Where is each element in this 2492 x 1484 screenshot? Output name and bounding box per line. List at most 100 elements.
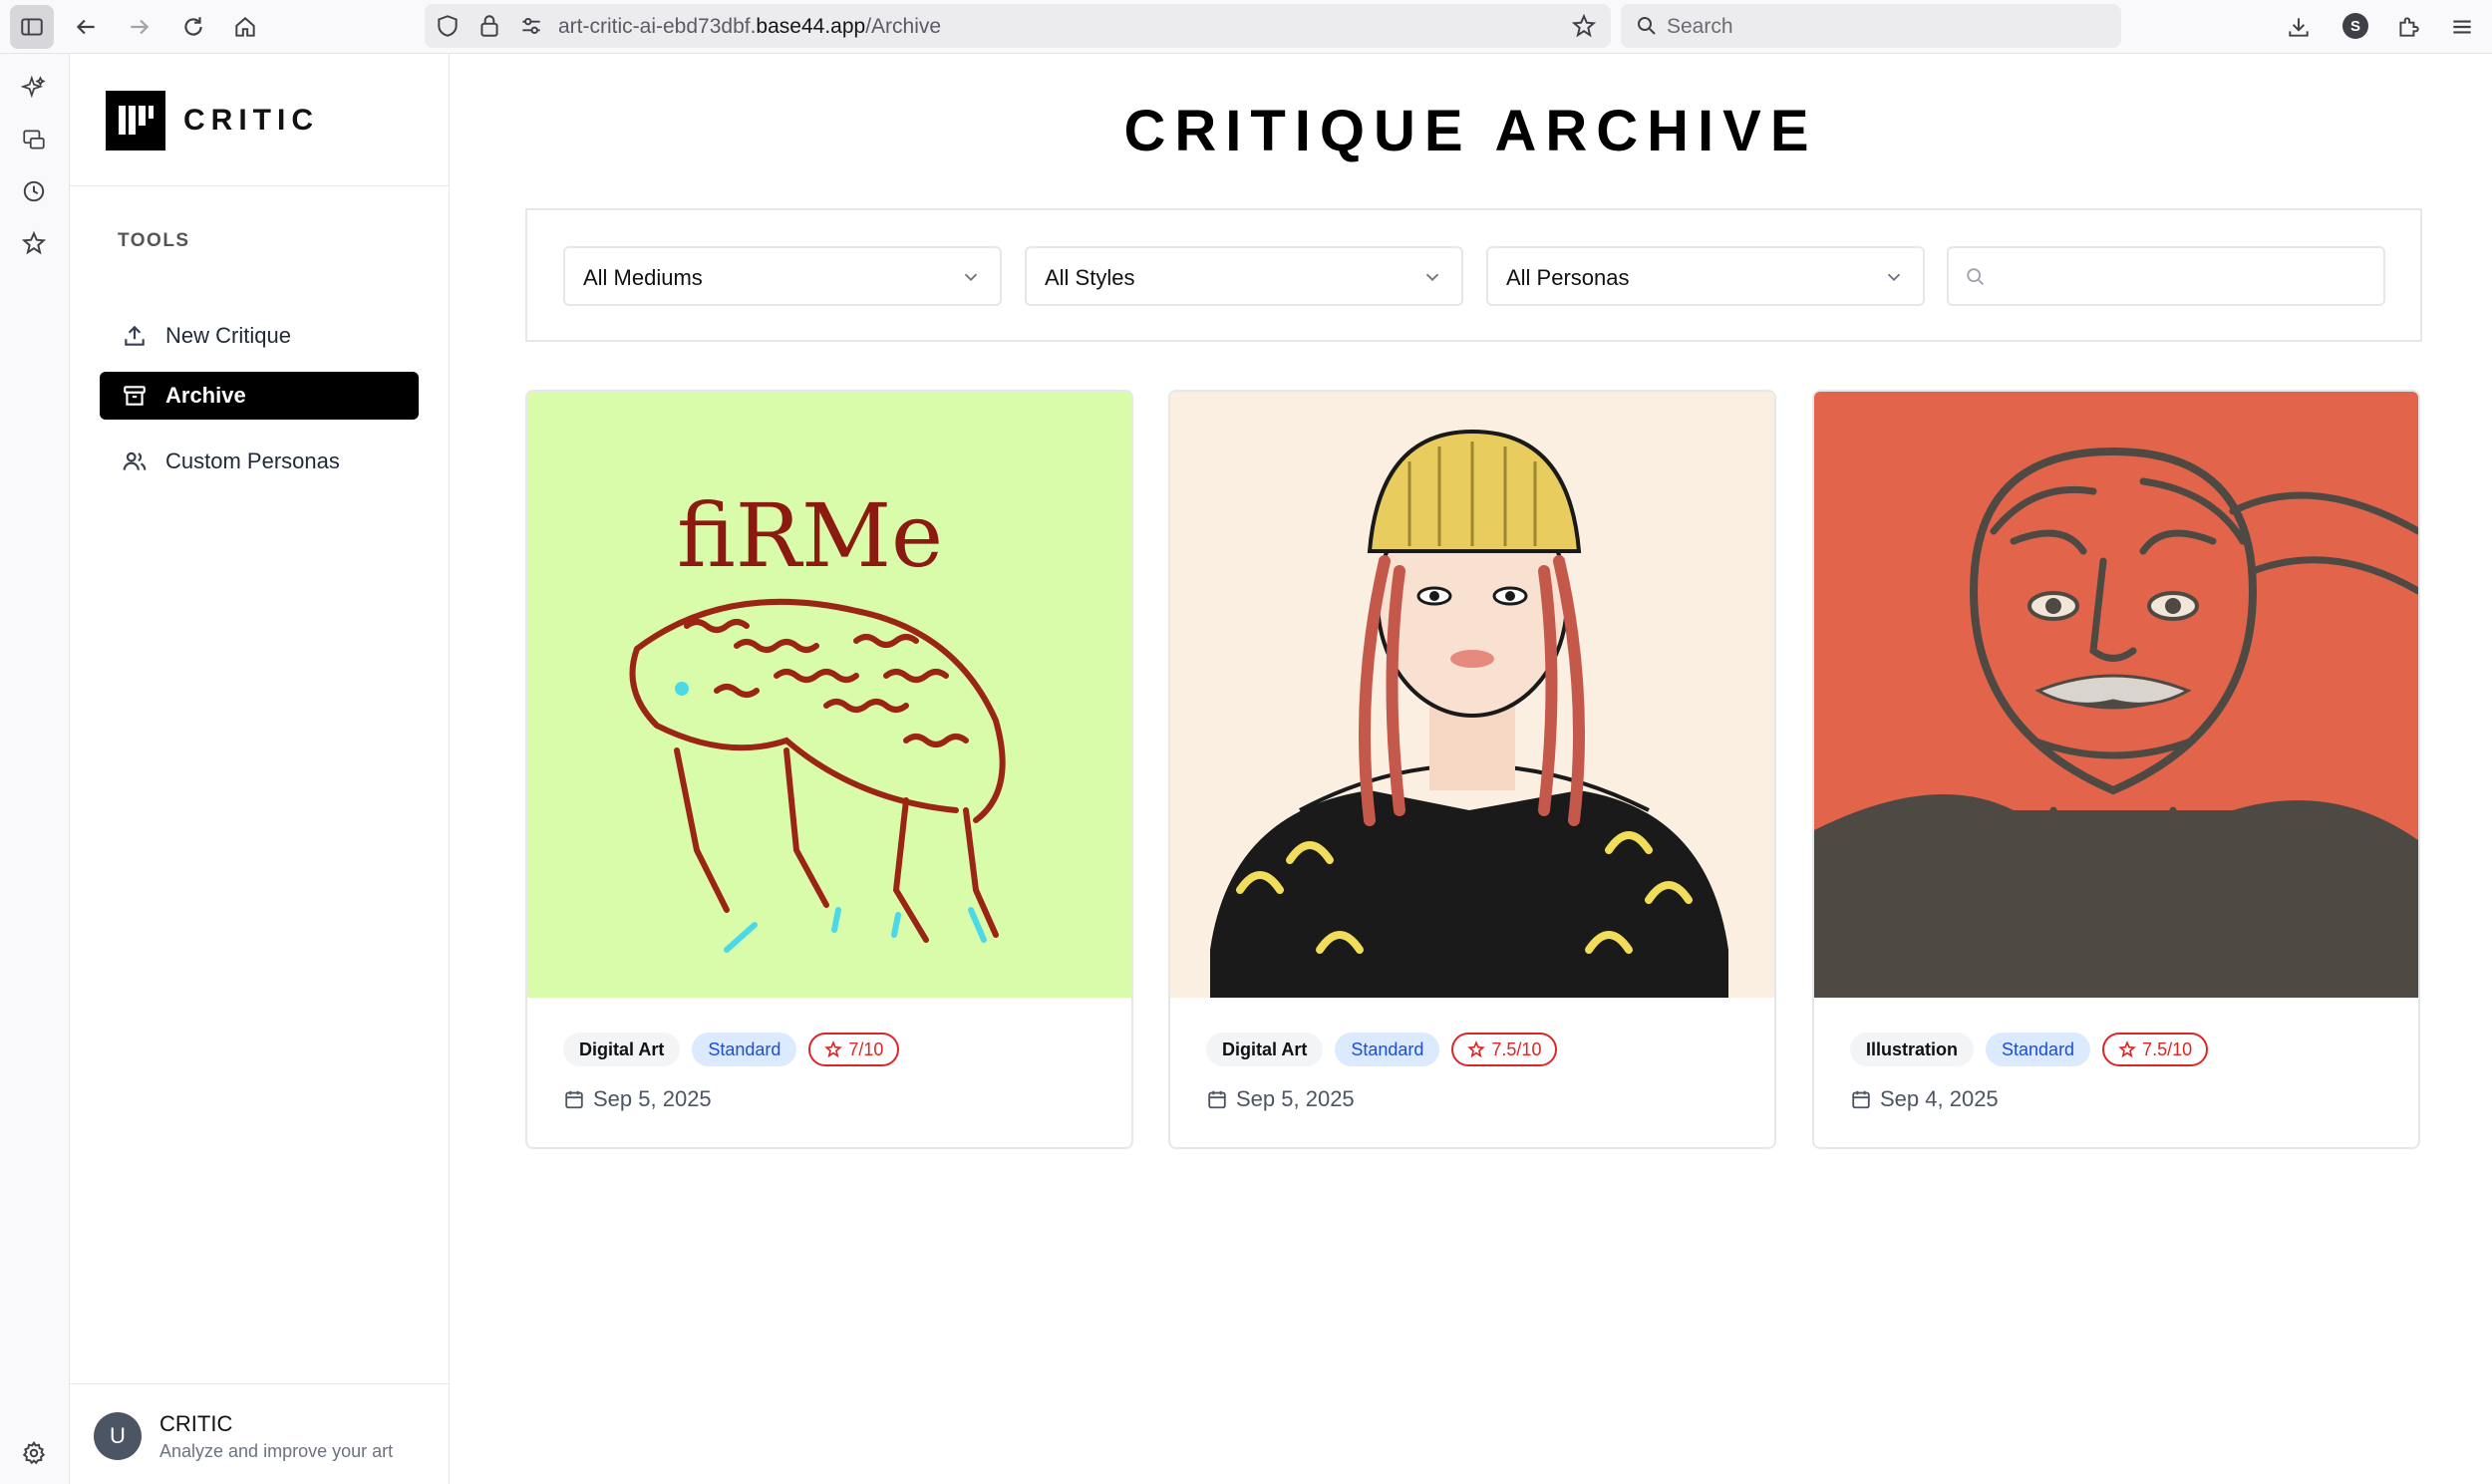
footer-title: CRITIC [159,1411,233,1436]
archive-search-input[interactable] [1947,246,2385,306]
page-title: CRITIQUE ARCHIVE [1123,99,1818,163]
sidebar-icon [21,18,43,36]
score-text: 7.5/10 [2142,1039,2193,1059]
extensions-button[interactable] [2386,5,2430,49]
score-text: 7.5/10 [1491,1039,1542,1059]
card-date: Sep 5, 2025 [563,1086,712,1112]
artwork-image-girl-beanie [1170,392,1774,998]
calendar-icon [1208,1090,1226,1109]
artwork-lettering: fiRMe [677,484,943,587]
menu-button[interactable] [2440,5,2484,49]
lock-icon[interactable] [476,13,502,39]
card-tags: Illustration Standard 7.5/10 [1850,1033,2209,1066]
arrow-left-icon [76,19,95,35]
medium-tag: Digital Art [1206,1033,1324,1066]
persona-filter-value: All Personas [1506,265,1630,290]
clock-icon [23,180,45,202]
sidebar-toggle-button[interactable] [10,5,54,49]
artwork-image-hyena: fiRMe [527,392,1131,998]
synced-tabs-button[interactable] [18,124,50,155]
logo-header: CRITIC [70,54,450,186]
search-icon [1638,17,1656,35]
logo-text[interactable]: CRITIC [183,104,319,138]
url-text[interactable]: art-critic-ai-ebd73dbf.base44.app/Archiv… [558,15,941,39]
chevron-down-icon [964,273,978,282]
persona-tag: Standard [692,1033,797,1066]
history-button[interactable] [18,175,50,207]
forward-button[interactable] [118,5,161,49]
avatar[interactable]: U [94,1412,142,1460]
archive-icon [124,386,146,406]
reload-button[interactable] [171,5,215,49]
card-date: Sep 5, 2025 [1206,1086,1355,1112]
critique-card[interactable]: Digital Art Standard 7.5/10 Sep 5, 2025 [1168,390,1776,1149]
ai-chatbot-button[interactable] [18,72,50,104]
arrow-right-icon [131,19,150,35]
sidebar-footer: U CRITIC Analyze and improve your art [70,1383,450,1484]
star-icon [2118,1040,2136,1058]
back-button[interactable] [64,5,108,49]
browser-sidebar-strip [0,54,70,1484]
reload-icon [184,17,202,36]
critic-logo-icon[interactable] [106,91,165,150]
calendar-icon [1852,1090,1870,1109]
style-filter-value: All Styles [1045,265,1135,290]
account-avatar[interactable]: S [2342,13,2368,39]
sparkle-icon [21,75,46,99]
shield-icon[interactable] [435,13,461,39]
artwork-thumbnail[interactable] [1814,392,2418,998]
persona-tag: Standard [1986,1033,2091,1066]
persona-tag: Standard [1335,1033,1440,1066]
medium-filter-value: All Mediums [583,265,703,290]
downloads-button[interactable] [2277,5,2321,49]
url-path: /Archive [865,15,942,38]
critique-card[interactable]: Illustration Standard 7.5/10 Sep 4, 2025 [1812,390,2420,1149]
address-bar[interactable]: art-critic-ai-ebd73dbf.base44.app/Archiv… [425,4,1611,48]
star-icon [21,230,47,255]
customize-sidebar-button[interactable] [18,1437,50,1469]
sidebar-item-new-critique[interactable]: New Critique [100,312,419,360]
sidebar-item-label: Archive [165,383,246,408]
sidebar-item-archive[interactable]: Archive [100,372,419,420]
search-icon [1967,268,1984,285]
chevron-down-icon [1425,273,1439,282]
score-text: 7/10 [848,1039,884,1059]
style-filter-select[interactable]: All Styles [1025,246,1463,306]
search-placeholder: Search [1667,15,1733,38]
star-icon [1467,1040,1486,1058]
browser-search-input[interactable]: Search [1621,4,2121,48]
score-badge: 7.5/10 [1451,1033,1558,1066]
browser-toolbar: art-critic-ai-ebd73dbf.base44.app/Archiv… [0,0,2492,54]
filter-panel: All Mediums All Styles All Personas [525,208,2422,342]
bookmarks-button[interactable] [18,227,50,259]
footer-subtitle: Analyze and improve your art [159,1441,394,1461]
critique-card[interactable]: fiRMe Digital Art Standard 7/10 Sep 5, 2… [525,390,1133,1149]
artwork-thumbnail[interactable]: fiRMe [527,392,1131,998]
app-sidebar: CRITIC TOOLS New Critique Archive Custom… [70,54,450,1484]
sidebar-item-custom-personas[interactable]: Custom Personas [100,438,419,485]
gear-icon [22,1440,46,1465]
medium-tag: Illustration [1850,1033,1975,1066]
medium-tag: Digital Art [563,1033,681,1066]
home-icon [235,17,255,37]
page-settings-icon[interactable] [518,13,544,39]
persona-filter-select[interactable]: All Personas [1486,246,1925,306]
calendar-icon [565,1090,583,1109]
home-button[interactable] [223,5,267,49]
download-icon [2289,18,2309,37]
tools-section-label: TOOLS [118,230,190,251]
date-text: Sep 5, 2025 [1236,1086,1355,1111]
medium-filter-select[interactable]: All Mediums [563,246,1002,306]
menu-icon [2453,20,2471,34]
bookmark-star-icon[interactable] [1571,13,1597,39]
sidebar-item-label: Custom Personas [165,448,340,473]
artwork-image-bald-man [1814,392,2418,998]
star-icon [824,1040,843,1058]
users-icon [123,451,147,470]
card-tags: Digital Art Standard 7.5/10 [1206,1033,1558,1066]
artwork-thumbnail[interactable] [1170,392,1774,998]
card-tags: Digital Art Standard 7/10 [563,1033,900,1066]
sidebar-item-label: New Critique [165,323,291,348]
puzzle-icon [2399,17,2419,37]
synced-tabs-icon [23,130,45,149]
